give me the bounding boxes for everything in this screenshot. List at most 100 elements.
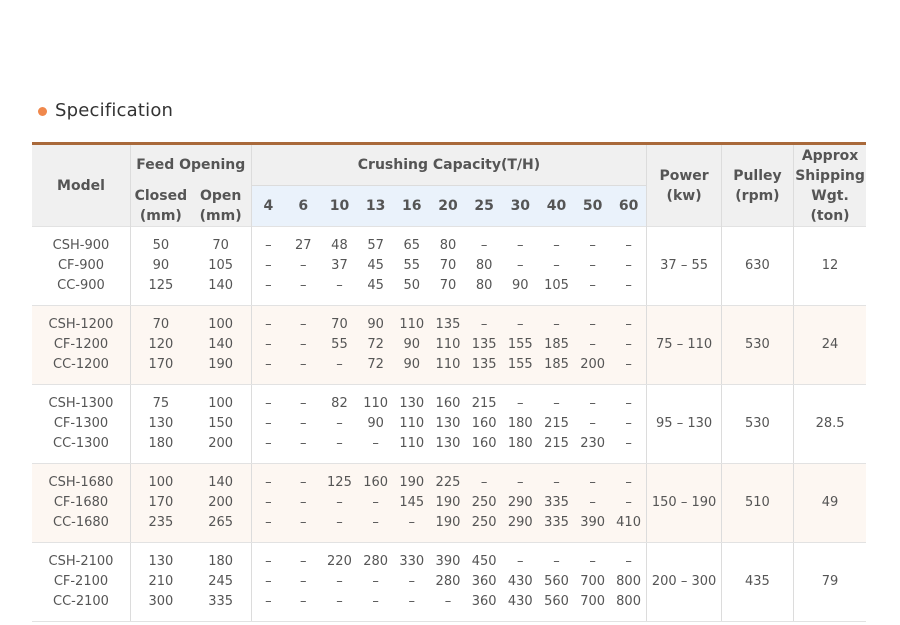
capacity-cell: 160– –	[357, 463, 394, 543]
table-row: CSH-1680 CF-1680 CC-1680 100 170 235 140 200 265…	[32, 463, 866, 543]
section-title-text: Specification	[55, 99, 174, 121]
capacity-cell: – – –	[610, 226, 647, 306]
bullet-dot-icon	[38, 106, 47, 116]
capacity-cell: – – –	[574, 226, 611, 306]
capacity-cell: 80 70 70	[429, 226, 467, 306]
capacity-cell: –135 135	[466, 305, 503, 385]
capacity-cell: 160 130 130	[429, 384, 467, 464]
power-cell: 150 – 190	[646, 463, 722, 543]
closed-cell: 100 170 235	[129, 463, 191, 543]
header-capacity-size: 10	[321, 185, 358, 227]
capacity-cell: – – –	[610, 305, 647, 385]
header-capacity-size: 50	[574, 185, 611, 227]
capacity-cell: 330– –	[393, 542, 430, 622]
capacity-cell: – – –	[250, 542, 286, 622]
capacity-cell: 130 110 110	[393, 384, 430, 464]
capacity-cell: 215 160 160	[466, 384, 503, 464]
power-cell: 200 – 300	[646, 542, 722, 622]
capacity-cell: – – –	[250, 463, 286, 543]
power-cell: 95 – 130	[646, 384, 722, 464]
capacity-cell: 57 45 45	[357, 226, 394, 306]
capacity-cell: 82– –	[321, 384, 358, 464]
weight-cell: 12	[793, 226, 866, 306]
header-capacity-size: 4	[250, 185, 286, 227]
header-power: Power (kw)	[646, 143, 722, 227]
open-cell: 100 150 200	[190, 384, 252, 464]
capacity-cell: –215 215	[538, 384, 575, 464]
closed-cell: 75 130 180	[129, 384, 191, 464]
capacity-cell: 135 110 110	[429, 305, 467, 385]
header-crushing-capacity: Crushing Capacity(T/H)	[250, 143, 647, 186]
open-cell: 180 245 335	[190, 542, 252, 622]
model-cell: CSH-1680 CF-1680 CC-1680	[32, 463, 131, 543]
capacity-cell: –335 335	[538, 463, 575, 543]
header-open: Open (mm)	[190, 185, 252, 227]
capacity-cell: 450 360 360	[466, 542, 503, 622]
header-capacity-size: 25	[466, 185, 503, 227]
capacity-cell: –185 185	[538, 305, 575, 385]
capacity-cell: – – –	[285, 305, 322, 385]
table-row: CSH-1300 CF-1300 CC-1300 75 130 180 100 150 200–…	[32, 384, 866, 464]
capacity-cell: – –390	[574, 463, 611, 543]
closed-cell: 70 120 170	[129, 305, 191, 385]
capacity-cell: 110 90 90	[393, 305, 430, 385]
weight-cell: 79	[793, 542, 866, 622]
capacity-cell: –80 80	[466, 226, 503, 306]
capacity-cell: 225 190 190	[429, 463, 467, 543]
weight-cell: 49	[793, 463, 866, 543]
capacity-cell: –180 180	[502, 384, 539, 464]
closed-cell: 50 90 125	[129, 226, 191, 306]
capacity-cell: 280– –	[357, 542, 394, 622]
capacity-cell: 70 55–	[321, 305, 358, 385]
header-capacity-size: 40	[538, 185, 575, 227]
table-row: CSH-1200 CF-1200 CC-1200 70 120 170 100 140 190–…	[32, 305, 866, 385]
model-cell: CSH-1300 CF-1300 CC-1300	[32, 384, 131, 464]
power-cell: 75 – 110	[646, 305, 722, 385]
pulley-cell: 435	[720, 542, 794, 622]
model-cell: CSH-2100 CF-2100 CC-2100	[32, 542, 131, 622]
capacity-cell: 90 72 72	[357, 305, 394, 385]
header-capacity-size: 20	[429, 185, 467, 227]
capacity-cell: 48 37–	[321, 226, 358, 306]
capacity-cell: – –105	[538, 226, 575, 306]
capacity-cell: – – –	[285, 542, 322, 622]
header-capacity-size: 60	[610, 185, 647, 227]
header-feed-opening: Feed Opening	[129, 143, 252, 186]
header-capacity-size: 16	[393, 185, 430, 227]
capacity-cell: – –200	[574, 305, 611, 385]
header-capacity-size: 6	[285, 185, 322, 227]
capacity-cell: – – –	[250, 226, 286, 306]
header-shipping-weight: Approx Shipping Wgt.(ton)	[793, 143, 866, 227]
capacity-cell: – –230	[574, 384, 611, 464]
capacity-cell: 65 55 50	[393, 226, 430, 306]
open-cell: 100 140 190	[190, 305, 252, 385]
open-cell: 70 105 140	[190, 226, 252, 306]
capacity-cell: –430 430	[502, 542, 539, 622]
header-capacity-size: 13	[357, 185, 394, 227]
capacity-cell: –800 800	[610, 542, 647, 622]
header-capacity-size: 30	[502, 185, 539, 227]
section-title: Specification	[38, 97, 173, 123]
capacity-cell: 110 90–	[357, 384, 394, 464]
capacity-cell: –700 700	[574, 542, 611, 622]
table-row: CSH-2100 CF-2100 CC-2100 130 210 300 180 245 335…	[32, 542, 866, 622]
header-pulley: Pulley (rpm)	[720, 143, 794, 227]
capacity-cell: – – –	[285, 384, 322, 464]
open-cell: 140 200 265	[190, 463, 252, 543]
capacity-cell: –560 560	[538, 542, 575, 622]
capacity-cell: –290 290	[502, 463, 539, 543]
pulley-cell: 510	[720, 463, 794, 543]
capacity-cell: 390 280–	[429, 542, 467, 622]
capacity-cell: – – –	[250, 305, 286, 385]
capacity-cell: –155 155	[502, 305, 539, 385]
capacity-cell: –250 250	[466, 463, 503, 543]
specification-table: Model Feed Opening Crushing Capacity(T/H…	[32, 142, 866, 622]
capacity-cell: – – –	[250, 384, 286, 464]
pulley-cell: 530	[720, 384, 794, 464]
capacity-cell: 27– –	[285, 226, 322, 306]
power-cell: 37 – 55	[646, 226, 722, 306]
pulley-cell: 530	[720, 305, 794, 385]
capacity-cell: – –90	[502, 226, 539, 306]
weight-cell: 24	[793, 305, 866, 385]
capacity-cell: 190 145–	[393, 463, 430, 543]
